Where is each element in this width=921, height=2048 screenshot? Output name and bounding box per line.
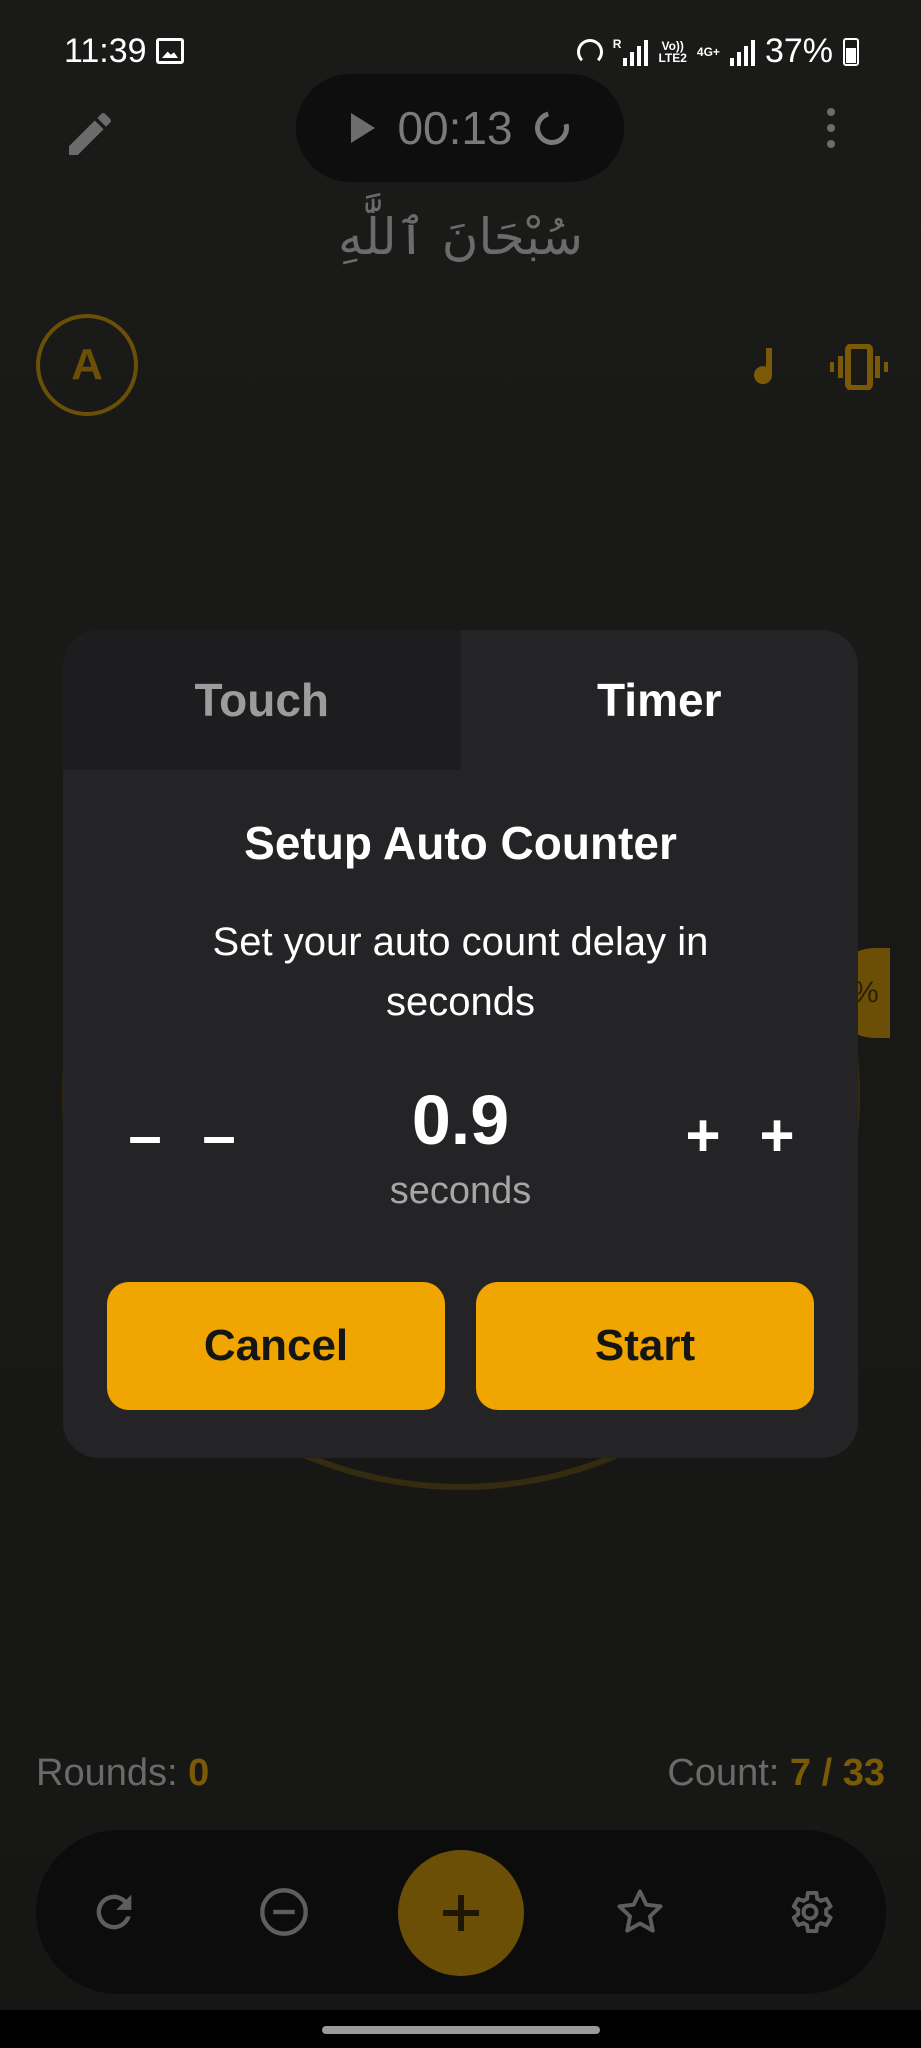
reset-icon[interactable] <box>88 1886 140 1938</box>
more-options-icon[interactable] <box>826 108 836 148</box>
hotspot-icon <box>576 38 603 65</box>
count-value: 7 / 33 <box>789 1752 885 1794</box>
plus-icon <box>443 1895 479 1931</box>
edit-pencil-icon[interactable] <box>62 106 118 162</box>
favorite-star-icon[interactable] <box>614 1886 666 1938</box>
vibration-toggle-icon[interactable] <box>830 343 888 391</box>
delay-value: 0.9 <box>411 1081 510 1159</box>
rounds-value: 0 <box>188 1752 210 1794</box>
lte-label: LTE2 <box>658 50 687 65</box>
cancel-button[interactable]: Cancel <box>107 1282 445 1410</box>
delay-stepper: – – 0.9 seconds + + <box>63 1080 858 1220</box>
tab-timer[interactable]: Timer <box>460 630 858 770</box>
volte-label: Vo)) <box>661 38 684 53</box>
timer-value: 00:13 <box>397 102 513 154</box>
rounds-counter: Rounds: 0 <box>36 1752 209 1795</box>
mode-tabs: Touch Timer <box>63 630 858 770</box>
network-type: 4G+ <box>696 44 720 59</box>
signal-2-icon <box>729 38 755 66</box>
system-nav-bar <box>0 2010 921 2048</box>
sound-toggle-icon[interactable] <box>748 344 788 392</box>
reset-timer-icon[interactable] <box>528 104 575 152</box>
dialog-subtitle: Set your auto count delay in seconds <box>212 920 709 1024</box>
roaming-indicator: R <box>612 36 622 51</box>
session-timer[interactable]: 00:13 <box>296 74 624 182</box>
increase-large-button[interactable]: + <box>747 1100 807 1170</box>
settings-gear-icon[interactable] <box>784 1886 836 1938</box>
home-gesture-handle[interactable] <box>322 2026 600 2034</box>
count-label: Count: <box>667 1752 780 1794</box>
play-icon[interactable] <box>351 113 376 143</box>
signal-1-icon: R <box>613 38 649 66</box>
dialog-title: Setup Auto Counter <box>244 817 677 869</box>
status-indicators: R Vo)) LTE2 4G+ 37% <box>576 32 859 71</box>
avatar[interactable]: A <box>36 314 138 416</box>
battery-percent: 37% <box>764 32 833 70</box>
status-time: 11:39 <box>64 32 147 70</box>
decrement-icon[interactable] <box>258 1886 310 1938</box>
tab-touch[interactable]: Touch <box>63 630 461 770</box>
delay-unit: seconds <box>389 1170 532 1212</box>
increment-fab-button[interactable] <box>398 1850 524 1976</box>
auto-counter-dialog: Touch Timer Setup Auto Counter Set your … <box>63 630 858 1458</box>
count-indicator: Count: 7 / 33 <box>667 1752 885 1795</box>
volte-icon: Vo)) LTE2 <box>658 40 686 64</box>
rounds-label: Rounds: <box>36 1752 178 1794</box>
battery-icon <box>843 37 859 66</box>
dhikr-text: سُبْحَانَ ٱللَّٰهِ <box>338 208 583 266</box>
increase-button[interactable]: + <box>673 1100 733 1170</box>
gallery-notification-icon <box>156 38 184 64</box>
start-button[interactable]: Start <box>476 1282 814 1410</box>
